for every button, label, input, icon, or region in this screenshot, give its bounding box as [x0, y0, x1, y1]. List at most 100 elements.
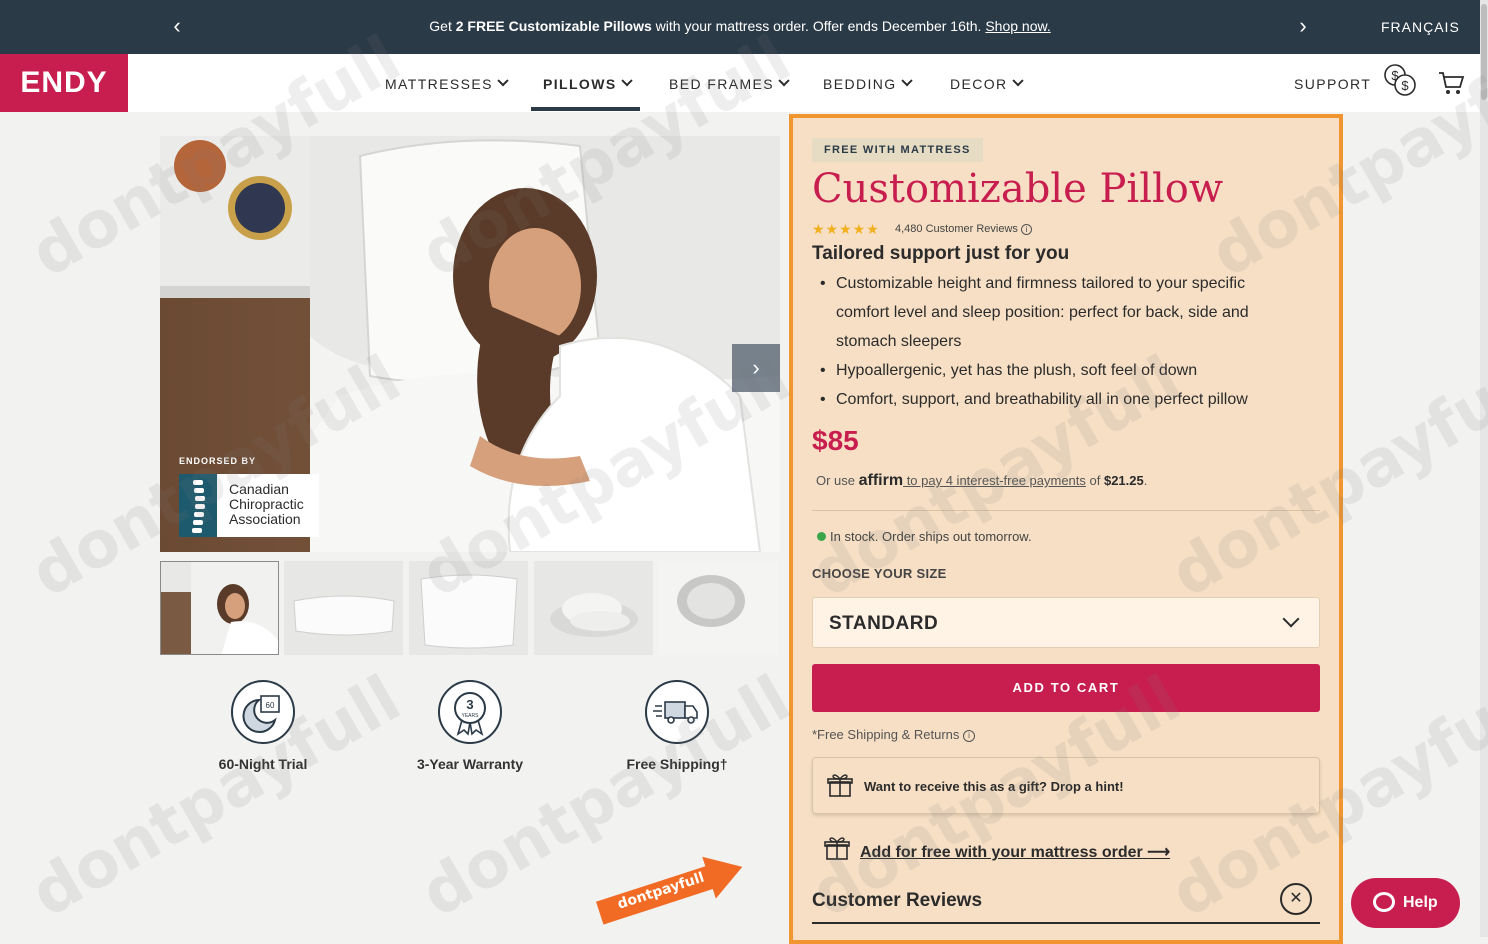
chevron-right-icon: › [752, 355, 760, 380]
promo-link[interactable]: Shop now. [985, 18, 1050, 34]
nav-item-decor[interactable]: DECOR [950, 75, 1024, 92]
main-nav: ENDY MATTRESSES PILLOWS BED FRAMES BEDDI… [0, 54, 1480, 112]
chevron-down-icon [1282, 610, 1300, 628]
stock-text: In stock. Order ships out tomorrow. [830, 529, 1032, 544]
feature-warranty: 3 YEARS 3-Year Warranty [390, 680, 550, 772]
cca-line3: Association [229, 511, 301, 527]
nav-label: MATTRESSES [385, 76, 493, 92]
affirm-financing: Or use affirm to pay 4 interest-free pay… [816, 472, 1147, 490]
info-icon[interactable]: i [963, 729, 976, 742]
review-count-link[interactable]: 4,480 Customer Reviews i [895, 223, 1032, 235]
svg-text:$: $ [1401, 78, 1409, 93]
divider [812, 922, 1320, 924]
chevron-down-icon [497, 75, 509, 87]
size-label: CHOOSE YOUR SIZE [812, 566, 947, 581]
affirm-of: of [1085, 473, 1104, 488]
feature-trial: 60 60-Night Trial [183, 680, 343, 772]
gift-hint-text: Want to receive this as a gift? Drop a h… [864, 779, 1124, 794]
feature-trial-label: 60-Night Trial [218, 756, 308, 772]
affirm-logo: affirm [858, 472, 904, 489]
affirm-prefix: Or use [816, 473, 859, 488]
promo-bold: 2 FREE Customizable Pillows [455, 18, 652, 34]
size-select[interactable]: STANDARD [812, 597, 1320, 648]
warranty-badge-number: 3 [466, 697, 473, 712]
language-toggle[interactable]: FRANÇAIS [1381, 19, 1460, 35]
promo-suffix: with your mattress order. Offer ends Dec… [651, 18, 986, 34]
chat-bubble-icon [1373, 892, 1395, 912]
thumbnail-4[interactable] [534, 561, 653, 655]
gallery-next-button[interactable]: › [732, 344, 780, 392]
product-price: $85 [812, 425, 859, 456]
bullet-item: Comfort, support, and breathability all … [820, 385, 1296, 414]
thumbnail-3[interactable] [409, 561, 528, 655]
active-nav-underline [531, 107, 640, 111]
nav-item-pillows[interactable]: PILLOWS [543, 75, 633, 92]
truck-icon [645, 680, 709, 744]
trial-badge-text: 60 [266, 701, 275, 710]
gift-icon [824, 837, 850, 860]
affirm-link[interactable]: to pay 4 interest-free payments [903, 473, 1086, 488]
size-select-value: STANDARD [829, 613, 939, 634]
nav-label: BED FRAMES [669, 76, 775, 92]
warranty-badge-sub: YEARS [462, 713, 480, 719]
shipping-note-text: *Free Shipping & Returns [812, 727, 960, 742]
affirm-amount: $21.25 [1103, 473, 1144, 488]
nav-item-bed-frames[interactable]: BED FRAMES [669, 75, 790, 92]
nav-item-bedding[interactable]: BEDDING [823, 75, 913, 92]
stock-status: In stock. Order ships out tomorrow. [817, 529, 1032, 544]
free-with-mattress-badge: FREE WITH MATTRESS [812, 138, 983, 162]
affirm-end: . [1143, 473, 1148, 488]
spine-icon [179, 474, 217, 537]
product-hero-image: ENDORSED BY Canadian Chiropractic Associ… [160, 136, 780, 552]
customer-reviews-heading[interactable]: Customer Reviews [812, 890, 982, 912]
scrollbar[interactable] [1480, 0, 1488, 937]
currency-icon[interactable]: $ $ [1383, 63, 1417, 97]
feature-shipping-label: Free Shipping† [626, 756, 728, 772]
nav-label: PILLOWS [543, 76, 617, 92]
in-stock-dot-icon [817, 532, 826, 541]
chevron-down-icon [900, 75, 913, 87]
bullet-item: Hypoallergenic, yet has the plush, soft … [820, 356, 1296, 385]
product-title: Customizable Pillow [812, 166, 1224, 212]
gift-hint-button[interactable]: Want to receive this as a gift? Drop a h… [812, 757, 1320, 814]
bullet-item: Customizable height and firmness tailore… [820, 269, 1296, 356]
close-icon[interactable]: ✕ [1280, 883, 1312, 915]
nav-label: BEDDING [823, 76, 897, 92]
endy-logo[interactable]: ENDY [0, 54, 128, 112]
add-free-with-mattress-link[interactable]: Add for free with your mattress order ⟶ [860, 842, 1170, 862]
promo-bar: ‹ Get 2 FREE Customizable Pillows with y… [0, 0, 1480, 54]
cart-icon[interactable] [1437, 69, 1465, 97]
svg-text:$: $ [1391, 68, 1399, 83]
moon-calendar-icon: 60 [231, 680, 295, 744]
feature-warranty-label: 3-Year Warranty [416, 756, 524, 772]
promo-next-icon[interactable]: › [1291, 14, 1315, 38]
help-chat-button[interactable]: Help [1351, 878, 1460, 928]
endorsed-by-label: ENDORSED BY [179, 456, 257, 466]
chevron-down-icon [620, 75, 633, 87]
promo-message: Get 2 FREE Customizable Pillows with you… [0, 18, 1480, 34]
product-subtitle: Tailored support just for you [812, 243, 1070, 264]
thumbnail-2[interactable] [284, 561, 403, 655]
add-to-cart-button[interactable]: ADD TO CART [812, 664, 1320, 712]
arrow-right-icon: ⟶ [1147, 844, 1171, 861]
rating-stars[interactable]: ★★★★★ [812, 221, 880, 238]
gift-icon [827, 774, 853, 797]
scrollbar-thumb[interactable] [1481, 4, 1487, 100]
review-count: 4,480 Customer Reviews [895, 223, 1018, 235]
add-free-text: Add for free with your mattress order [860, 844, 1143, 861]
chevron-down-icon [1011, 75, 1024, 87]
cca-logo: Canadian Chiropractic Association [179, 474, 319, 537]
cca-line1: Canadian [229, 481, 289, 497]
promo-prefix: Get [429, 18, 456, 34]
info-icon[interactable]: i [1020, 223, 1032, 235]
warranty-ribbon-icon: 3 YEARS [438, 680, 502, 744]
product-bullets: Customizable height and firmness tailore… [820, 269, 1296, 414]
shipping-returns-note: *Free Shipping & Returns i [812, 727, 976, 742]
help-label: Help [1403, 894, 1438, 911]
thumbnail-5[interactable] [659, 561, 778, 655]
thumbnail-1[interactable] [160, 561, 279, 655]
divider [812, 510, 1320, 511]
nav-item-mattresses[interactable]: MATTRESSES [385, 75, 509, 92]
nav-support-link[interactable]: SUPPORT [1294, 76, 1371, 92]
dontpayfull-arrow-badge: dontpayfull [593, 846, 749, 934]
